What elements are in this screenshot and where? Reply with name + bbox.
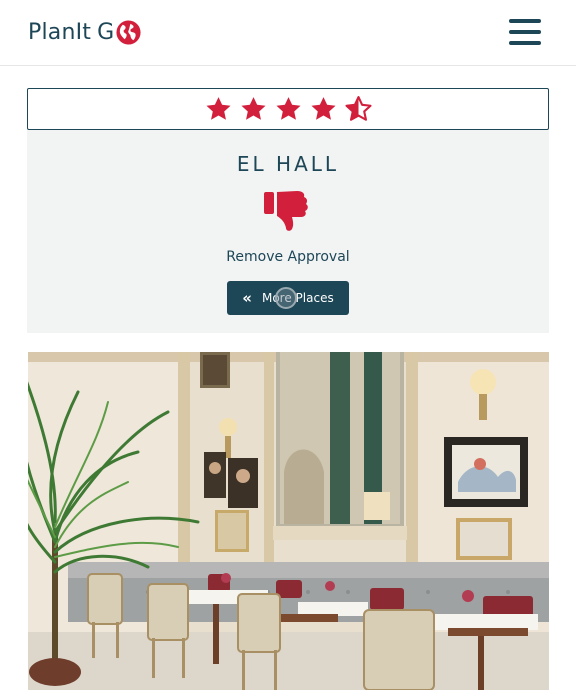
remove-approval-link[interactable]: Remove Approval xyxy=(27,249,549,265)
restaurant-interior-photo xyxy=(28,352,549,690)
star-full-icon[interactable] xyxy=(309,95,338,123)
star-full-icon[interactable] xyxy=(204,95,233,123)
app-logo[interactable]: PlanIt G xyxy=(28,16,142,48)
star-full-icon[interactable] xyxy=(274,95,303,123)
globe-icon xyxy=(116,19,141,45)
menu-line xyxy=(509,41,541,45)
star-half-icon[interactable] xyxy=(344,95,373,123)
menu-line xyxy=(509,30,541,34)
menu-line xyxy=(509,19,541,23)
place-title: EL HALL xyxy=(236,152,340,176)
star-full-icon[interactable] xyxy=(239,95,268,123)
touch-cursor-indicator xyxy=(275,287,297,309)
hamburger-menu-button[interactable] xyxy=(507,16,543,48)
thumbs-down-icon[interactable] xyxy=(263,186,313,232)
logo-text: PlanIt xyxy=(28,19,92,45)
more-places-label: More Places xyxy=(261,291,334,305)
double-chevron-left-icon: « xyxy=(242,288,252,307)
top-navbar: PlanIt G xyxy=(0,0,576,66)
star-rating xyxy=(27,88,549,130)
logo-suffix: G xyxy=(97,19,115,45)
